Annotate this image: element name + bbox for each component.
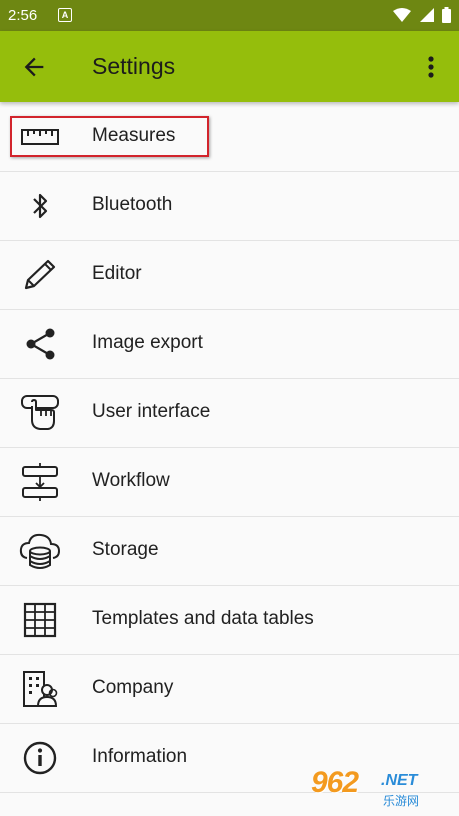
share-icon [18, 325, 62, 363]
cloud-database-icon [18, 532, 62, 570]
settings-item-company[interactable]: Company [0, 655, 459, 724]
settings-item-templates[interactable]: Templates and data tables [0, 586, 459, 655]
status-icons [389, 6, 451, 24]
table-grid-icon [18, 601, 62, 639]
page-title: Settings [92, 53, 176, 79]
settings-item-label: Workflow [92, 470, 170, 491]
settings-item-storage[interactable]: Storage [0, 517, 459, 586]
settings-item-label: Editor [92, 263, 142, 284]
settings-item-user-interface[interactable]: User interface [0, 379, 459, 448]
settings-list: Measures Bluetooth Editor Image export U… [0, 103, 459, 793]
settings-item-editor[interactable]: Editor [0, 241, 459, 310]
settings-item-label: Image export [92, 332, 203, 353]
highlight-box [10, 116, 209, 157]
more-vert-icon[interactable] [420, 52, 442, 82]
settings-item-workflow[interactable]: Workflow [0, 448, 459, 517]
status-time: 2:56 [8, 7, 38, 24]
settings-item-label: Bluetooth [92, 194, 173, 215]
pencil-icon [18, 256, 62, 294]
settings-item-label: Templates and data tables [92, 608, 314, 629]
notification-icon: A [58, 8, 72, 22]
settings-item-label: Company [92, 677, 174, 698]
wifi-icon [393, 7, 412, 22]
company-icon [18, 670, 62, 708]
settings-item-label: Information [92, 746, 188, 767]
workflow-icon [18, 463, 62, 501]
watermark-logo: 962 .NET 乐游网 [311, 766, 451, 812]
bluetooth-icon [18, 187, 62, 225]
watermark-brand: 962 [311, 766, 359, 799]
app-bar: Settings [0, 31, 459, 102]
watermark-sub: 乐游网 [383, 794, 420, 808]
signal-icon [419, 7, 434, 22]
settings-item-bluetooth[interactable]: Bluetooth [0, 172, 459, 241]
touch-hand-icon [18, 394, 62, 432]
watermark-suffix: .NET [381, 772, 418, 789]
settings-item-image-export[interactable]: Image export [0, 310, 459, 379]
arrow-back-icon[interactable] [20, 53, 48, 81]
settings-item-label: Storage [92, 539, 159, 560]
battery-icon [442, 6, 451, 23]
info-icon [18, 739, 62, 777]
settings-item-label: User interface [92, 401, 211, 422]
status-bar: 2:56 A [0, 0, 459, 31]
